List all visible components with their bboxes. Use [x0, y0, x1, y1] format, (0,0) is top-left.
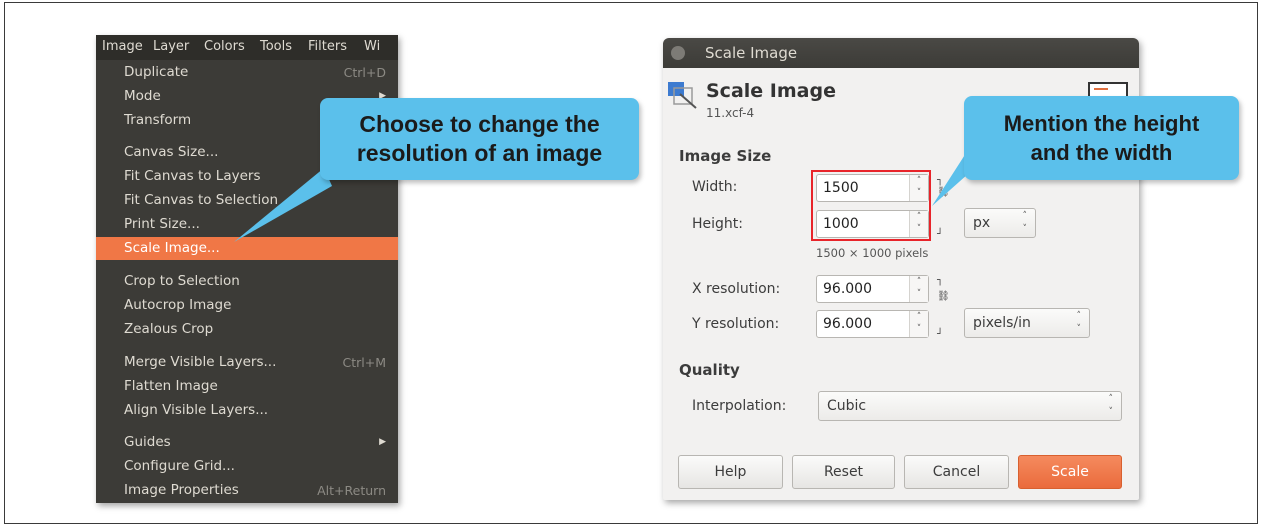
- interpolation-select[interactable]: Cubic ˄ ˅: [818, 391, 1122, 421]
- callout-height-width: Mention the height and the width: [964, 96, 1239, 180]
- resolution-unit-select[interactable]: pixels/in ˄ ˅: [964, 308, 1090, 338]
- chevron-updown-icon: ˄ ˅: [1108, 394, 1114, 417]
- menu-item-crop-to-selection[interactable]: Crop to Selection: [96, 270, 398, 293]
- menu-item-label: Autocrop Image: [124, 297, 232, 313]
- dialog-titlebar: Scale Image: [663, 38, 1139, 68]
- chain-link-icon[interactable]: ⛓: [937, 292, 950, 302]
- menu-item-label: Align Visible Layers...: [124, 402, 269, 418]
- size-unit-value: px: [973, 215, 991, 231]
- menu-item-label: Mode: [124, 88, 161, 104]
- y-resolution-stepper[interactable]: ˄ ˅: [909, 311, 928, 337]
- highlight-box: [811, 170, 931, 241]
- width-label: Width:: [692, 179, 738, 195]
- shortcut-label: Ctrl+D: [343, 65, 386, 80]
- pixel-dimensions-summary: 1500 × 1000 pixels: [816, 246, 929, 260]
- menubar-windows[interactable]: Wi: [364, 39, 380, 54]
- menu-item-label: Print Size...: [124, 216, 200, 232]
- x-resolution-label: X resolution:: [692, 281, 781, 297]
- menu-item-image-properties[interactable]: Image Properties Alt+Return: [96, 479, 398, 502]
- scale-image-icon: [668, 82, 697, 109]
- menu-item-label: Guides: [124, 434, 171, 450]
- y-resolution-label: Y resolution:: [692, 316, 780, 332]
- height-label: Height:: [692, 216, 743, 232]
- chain-bracket-top-res: ┐: [937, 275, 944, 286]
- menubar-tools[interactable]: Tools: [260, 39, 292, 54]
- menu-item-label: Crop to Selection: [124, 273, 240, 289]
- menu-item-label: Scale Image...: [124, 240, 220, 256]
- interpolation-label: Interpolation:: [692, 398, 787, 414]
- menu-item-guides[interactable]: Guides ▶: [96, 431, 398, 454]
- close-icon[interactable]: [671, 46, 685, 60]
- callout-line: Choose to change the: [359, 111, 600, 137]
- menu-item-label: Merge Visible Layers...: [124, 354, 277, 370]
- help-button[interactable]: Help: [678, 455, 783, 489]
- menu-item-label: Configure Grid...: [124, 458, 235, 474]
- y-resolution-value: 96.000: [823, 316, 872, 332]
- menu-item-flatten-image[interactable]: Flatten Image: [96, 375, 398, 398]
- chain-bracket-bottom-res: ┘: [937, 329, 944, 340]
- menu-item-zealous-crop[interactable]: Zealous Crop: [96, 318, 398, 341]
- shortcut-label: Alt+Return: [317, 483, 386, 498]
- callout-line: resolution of an image: [356, 140, 603, 166]
- shortcut-label: Ctrl+M: [342, 355, 387, 370]
- image-filename: 11.xcf-4: [706, 106, 755, 120]
- callout-line: and the width: [1030, 140, 1173, 165]
- dialog-heading: Scale Image: [706, 80, 836, 102]
- menubar-filters[interactable]: Filters: [308, 39, 347, 54]
- x-resolution-stepper[interactable]: ˄ ˅: [909, 276, 928, 302]
- callout-scale-image: Choose to change the resolution of an im…: [320, 98, 639, 180]
- interpolation-value: Cubic: [827, 398, 867, 414]
- menubar-layer[interactable]: Layer: [153, 39, 189, 54]
- cancel-button[interactable]: Cancel: [904, 455, 1009, 489]
- menu-item-label: Canvas Size...: [124, 144, 219, 160]
- menu-item-label: Image Properties: [124, 482, 239, 498]
- callout-line: Mention the height: [1003, 111, 1200, 136]
- menu-item-label: Zealous Crop: [124, 321, 214, 337]
- menu-item-label: Transform: [124, 112, 192, 128]
- menu-item-configure-grid[interactable]: Configure Grid...: [96, 455, 398, 478]
- chain-bracket-bottom: ┘: [937, 229, 944, 240]
- submenu-arrow-icon: ▶: [379, 437, 386, 447]
- menu-item-label: Flatten Image: [124, 378, 218, 394]
- menubar: Image Layer Colors Tools Filters Wi: [96, 35, 398, 60]
- menubar-image[interactable]: Image: [102, 39, 143, 54]
- resolution-unit-value: pixels/in: [973, 315, 1031, 331]
- quality-section-title: Quality: [679, 361, 740, 379]
- dialog-window-title: Scale Image: [705, 44, 798, 62]
- reset-button[interactable]: Reset: [792, 455, 895, 489]
- scale-button[interactable]: Scale: [1018, 455, 1122, 489]
- x-resolution-input[interactable]: 96.000 ˄ ˅: [816, 275, 929, 303]
- menu-item-align-visible-layers[interactable]: Align Visible Layers...: [96, 399, 398, 422]
- menu-item-merge-visible-layers[interactable]: Merge Visible Layers... Ctrl+M: [96, 351, 398, 374]
- menu-item-label: Duplicate: [124, 64, 189, 80]
- image-size-section-title: Image Size: [679, 147, 772, 165]
- callout-pointer-left: [234, 168, 332, 242]
- menu-item-autocrop-image[interactable]: Autocrop Image: [96, 294, 398, 317]
- chevron-updown-icon: ˄ ˅: [1076, 311, 1082, 334]
- menubar-colors[interactable]: Colors: [204, 39, 245, 54]
- y-resolution-input[interactable]: 96.000 ˄ ˅: [816, 310, 929, 338]
- x-resolution-value: 96.000: [823, 281, 872, 297]
- menu-item-duplicate[interactable]: Duplicate Ctrl+D: [96, 61, 398, 84]
- chevron-updown-icon: ˄ ˅: [1022, 211, 1028, 234]
- size-unit-select[interactable]: px ˄ ˅: [964, 208, 1036, 238]
